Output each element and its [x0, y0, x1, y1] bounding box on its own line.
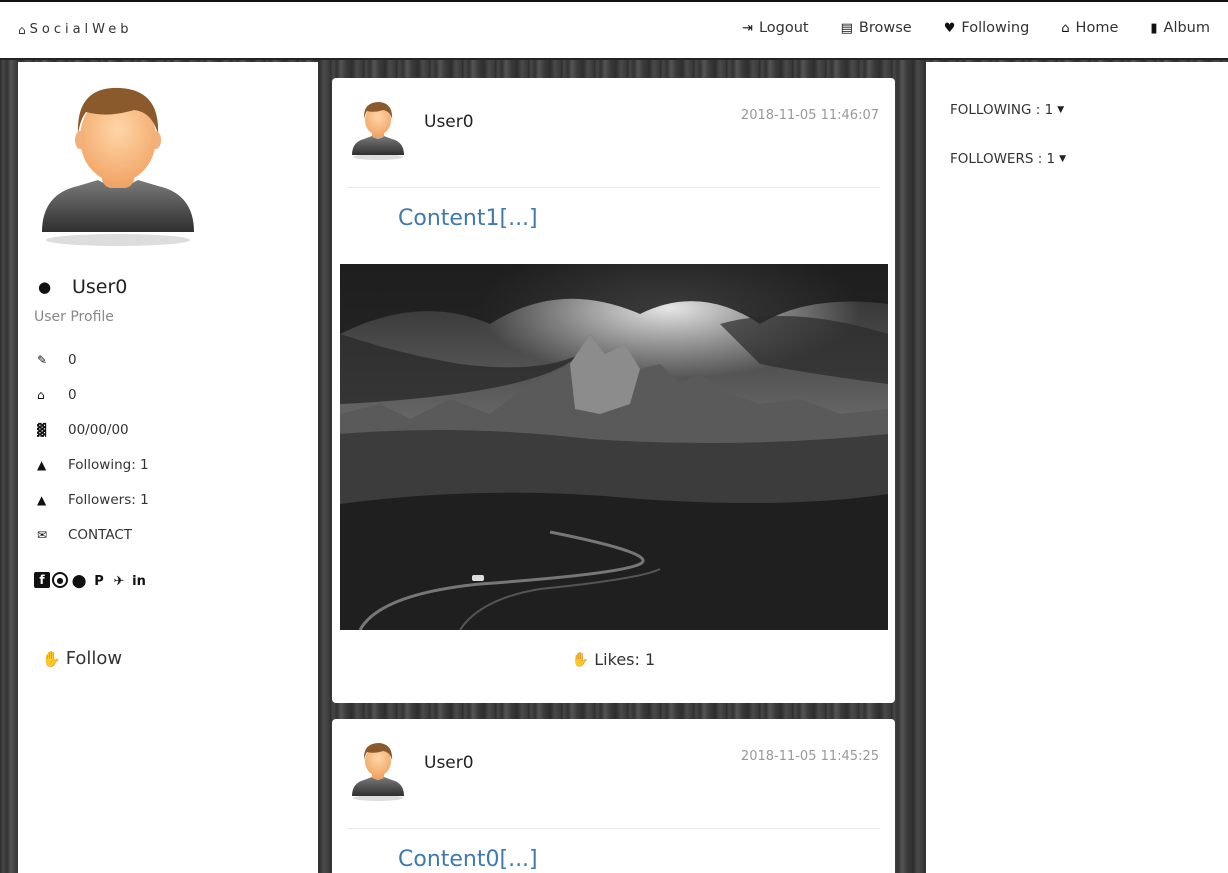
facebook-icon[interactable]: f: [34, 572, 50, 588]
info-following-value: Following: 1: [68, 456, 149, 473]
thumbs-up-icon: ✋: [42, 649, 61, 668]
nav-logout[interactable]: ⇥ Logout: [742, 20, 809, 36]
sign-in-icon: ⇥: [742, 20, 753, 36]
user-icon: ▲: [37, 492, 47, 507]
birthday-cake-icon: ▓: [37, 422, 47, 437]
pencil-icon: ✎: [37, 352, 48, 367]
linkedin-icon[interactable]: in: [130, 572, 148, 590]
brand-link[interactable]: ⌂ SocialWeb: [18, 22, 133, 37]
post-card: User0 2018-11-05 11:45:25 Content0[...]: [332, 719, 895, 873]
followers-dropdown[interactable]: FOLLOWERS : 1 ▼: [950, 151, 1066, 167]
post-username[interactable]: User0: [424, 753, 474, 773]
brand-label: SocialWeb: [29, 22, 133, 37]
book-icon: ▮: [1150, 20, 1158, 36]
profile-subtitle: User Profile: [34, 309, 114, 325]
profile-name: User0: [72, 276, 128, 298]
nav-following-label: Following: [961, 20, 1030, 36]
info-posts: ✎ 0: [34, 342, 149, 377]
info-contact-value: CONTACT: [68, 526, 133, 543]
following-dropdown-label: FOLLOWING : 1: [950, 102, 1054, 118]
social-links: f ● ⬤ P ✈ in: [34, 572, 150, 590]
nav-home[interactable]: ⌂ Home: [1061, 20, 1118, 36]
post-avatar: [352, 743, 404, 801]
followers-dropdown-label: FOLLOWERS : 1: [950, 151, 1056, 167]
post-likes-count: Likes: 1: [594, 650, 656, 669]
profile-name-row: ● User0: [34, 276, 127, 298]
right-sidebar: FOLLOWING : 1 ▼ FOLLOWERS : 1 ▼: [926, 62, 1228, 873]
post-card: User0 2018-11-05 11:46:07 Content1[...] …: [332, 78, 895, 703]
profile-panel: ● User0 User Profile ✎ 0 ⌂ 0 ▓ 00/00/00 …: [18, 62, 318, 873]
post-avatar: [352, 102, 404, 160]
nav-home-label: Home: [1075, 20, 1119, 36]
info-birthday: ▓ 00/00/00: [34, 412, 149, 447]
caret-down-icon: ▼: [1059, 154, 1067, 164]
nav-album-label: Album: [1163, 20, 1210, 36]
info-followers: ▲ Followers: 1: [34, 482, 149, 517]
nav-menu: ⇥ Logout ▤ Browse ♥ Following ⌂ Home ▮ A…: [710, 20, 1210, 36]
info-following: ▲ Following: 1: [34, 447, 149, 482]
post-image[interactable]: [340, 264, 888, 630]
post-timestamp: 2018-11-05 11:46:07: [740, 108, 879, 123]
info-home-value: 0: [68, 386, 77, 403]
info-contact[interactable]: ✉ CONTACT: [34, 517, 149, 552]
follow-label: Follow: [65, 648, 123, 669]
following-dropdown[interactable]: FOLLOWING : 1 ▼: [950, 102, 1064, 118]
post-content-link[interactable]: Content0[...]: [398, 847, 538, 872]
profile-avatar: [42, 87, 194, 246]
user-icon: ▲: [37, 457, 47, 472]
post-username[interactable]: User0: [424, 112, 474, 132]
follow-button[interactable]: ✋ Follow: [42, 648, 122, 669]
nav-browse-label: Browse: [858, 20, 912, 36]
caret-down-icon: ▼: [1057, 105, 1065, 115]
home-icon: ⌂: [1061, 20, 1070, 36]
top-navbar: ⌂ SocialWeb ⇥ Logout ▤ Browse ♥ Followin…: [0, 0, 1228, 60]
pinterest-icon[interactable]: P: [90, 572, 108, 590]
user-icon: ●: [38, 278, 52, 296]
info-birthday-value: 00/00/00: [68, 421, 129, 438]
instagram-icon[interactable]: ●: [52, 572, 68, 588]
nav-browse[interactable]: ▤ Browse: [841, 20, 912, 36]
post-likes-button[interactable]: ✋ Likes: 1: [332, 650, 895, 669]
envelope-icon: ✉: [37, 527, 48, 542]
home-icon: ⌂: [18, 22, 26, 37]
snapchat-icon[interactable]: ⬤: [70, 572, 88, 590]
profile-info-list: ✎ 0 ⌂ 0 ▓ 00/00/00 ▲ Following: 1 ▲ Foll…: [34, 342, 149, 552]
post-timestamp: 2018-11-05 11:45:25: [740, 749, 879, 764]
heart-icon: ♥: [943, 20, 956, 36]
nav-following[interactable]: ♥ Following: [944, 20, 1030, 36]
post-content-link[interactable]: Content1[...]: [398, 206, 538, 231]
post-divider: [347, 828, 880, 829]
nav-logout-label: Logout: [758, 20, 809, 36]
info-followers-value: Followers: 1: [68, 491, 149, 508]
home-icon: ⌂: [37, 387, 45, 402]
info-home: ⌂ 0: [34, 377, 149, 412]
info-posts-value: 0: [68, 351, 77, 368]
nav-album[interactable]: ▮ Album: [1150, 20, 1210, 36]
list-icon: ▤: [840, 20, 853, 36]
post-divider: [347, 187, 880, 188]
thumbs-up-icon: ✋: [571, 651, 590, 668]
twitter-icon[interactable]: ✈: [110, 572, 128, 590]
